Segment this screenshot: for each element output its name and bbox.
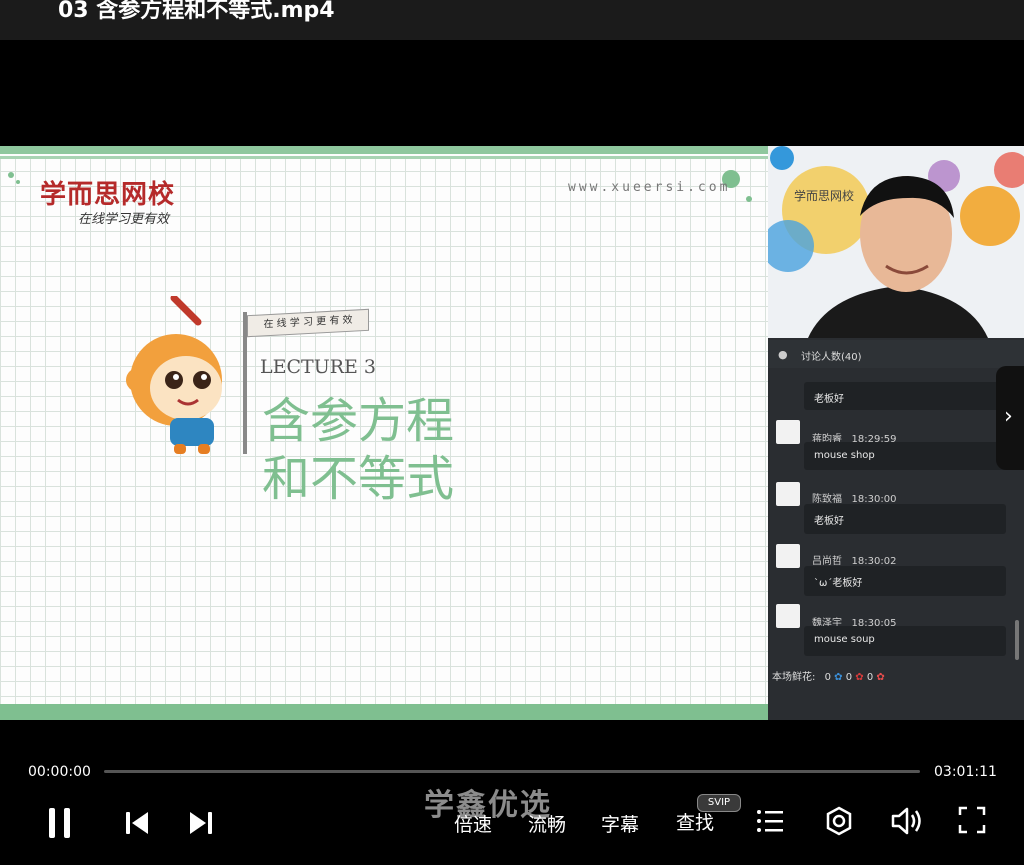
brand-slogan: 在线学习更有效: [78, 212, 170, 227]
search-button[interactable]: 查找: [676, 808, 714, 835]
volume-icon[interactable]: [890, 806, 924, 836]
chat-bubble-icon: ●: [778, 348, 788, 361]
blue-flower-icon[interactable]: ✿: [834, 672, 842, 683]
svip-badge: SVIP: [697, 794, 741, 812]
brand-logo-text: 学而思网校: [40, 180, 176, 210]
lecture-number: LECTURE 3: [260, 356, 377, 378]
progress-bar[interactable]: [104, 770, 920, 773]
chat-message-text: `ω´老板好: [814, 578, 863, 589]
user-avatar-icon: [776, 420, 800, 444]
flower-count: 0: [866, 672, 874, 683]
watermark-text: 学鑫优选: [424, 788, 552, 823]
pause-icon[interactable]: [46, 806, 74, 840]
video-title: 03 含参方程和不等式.mp4: [58, 0, 335, 23]
chat-message-author: 陈致福 18:30:00: [812, 494, 897, 505]
slide-top-stripe-thin: [0, 156, 768, 159]
chat-message-author: 吕尚哲 18:30:02: [812, 556, 897, 567]
site-url: www.xueersi.com: [568, 180, 731, 195]
chat-message-text: 老板好: [814, 516, 844, 527]
slide-top-stripe: [0, 146, 768, 154]
player-controls: 00:00:00 03:01:11 倍速 流畅 字幕 查找 SVIP 学鑫优选: [0, 750, 1024, 865]
red-flower-icon[interactable]: ✿: [855, 672, 863, 683]
title-bar: 03 含参方程和不等式.mp4: [0, 0, 1024, 40]
panel-toggle-button[interactable]: ›: [996, 366, 1024, 470]
monkey-mascot-icon: [126, 296, 222, 454]
flowers-row: 本场鲜花: 0 ✿ 0 ✿ 0 ✿: [772, 668, 885, 683]
lecture-title: 含参方程 和不等式: [262, 392, 582, 508]
lecture-title-line1: 含参方程: [262, 393, 455, 449]
current-time: 00:00:00: [28, 764, 91, 780]
flowers-label: 本场鲜花:: [772, 672, 816, 683]
chat-message-text: mouse shop: [814, 450, 875, 461]
chat-header: ● 讨论人数(40): [768, 340, 1024, 368]
decor-dot: [746, 196, 752, 202]
flower-count: 0: [824, 672, 831, 683]
side-panel: 学而思网校 ● 讨论人数(40) 老板好 蒋昀睿 18:29:59 mouse …: [768, 146, 1024, 720]
chat-participant-count: 讨论人数(40): [801, 352, 862, 363]
chat-scrollbar[interactable]: [1015, 620, 1019, 660]
next-icon[interactable]: [188, 810, 214, 836]
camera-brand-text: 学而思网校: [794, 188, 854, 203]
chat-message: `ω´老板好: [804, 566, 1006, 596]
slide-bottom-stripe: [0, 704, 768, 720]
chat-message-text: mouse soup: [814, 634, 875, 645]
decor-dot: [8, 172, 14, 178]
playlist-icon[interactable]: [756, 808, 784, 834]
decor-dot: [16, 180, 20, 184]
user-avatar-icon: [776, 544, 800, 568]
total-time: 03:01:11: [934, 764, 997, 780]
chat-message-text: 老板好: [814, 394, 844, 405]
previous-icon[interactable]: [124, 810, 150, 836]
user-avatar-icon: [776, 482, 800, 506]
chat-message: mouse soup: [804, 626, 1006, 656]
video-frame[interactable]: 学而思网校 在线学习更有效 www.xueersi.com 在 线 学 习 更 …: [0, 146, 768, 720]
flower-count: 0: [845, 672, 853, 683]
chat-message: 老板好: [804, 504, 1006, 534]
big-red-flower-icon[interactable]: ✿: [876, 672, 884, 683]
subtitle-button[interactable]: 字幕: [601, 810, 639, 837]
teacher-camera: 学而思网校: [768, 146, 1024, 338]
user-avatar-icon: [776, 604, 800, 628]
chat-message: mouse shop: [804, 442, 1006, 470]
lecture-title-line2: 和不等式: [262, 451, 455, 507]
chat-message: 老板好: [804, 382, 1010, 410]
watermark: 学鑫优选: [424, 780, 552, 824]
fullscreen-icon[interactable]: [958, 806, 986, 834]
teacher-video-icon: 学而思网校: [768, 146, 1024, 338]
chevron-right-icon: ›: [1004, 404, 1013, 429]
settings-icon[interactable]: [824, 806, 854, 836]
